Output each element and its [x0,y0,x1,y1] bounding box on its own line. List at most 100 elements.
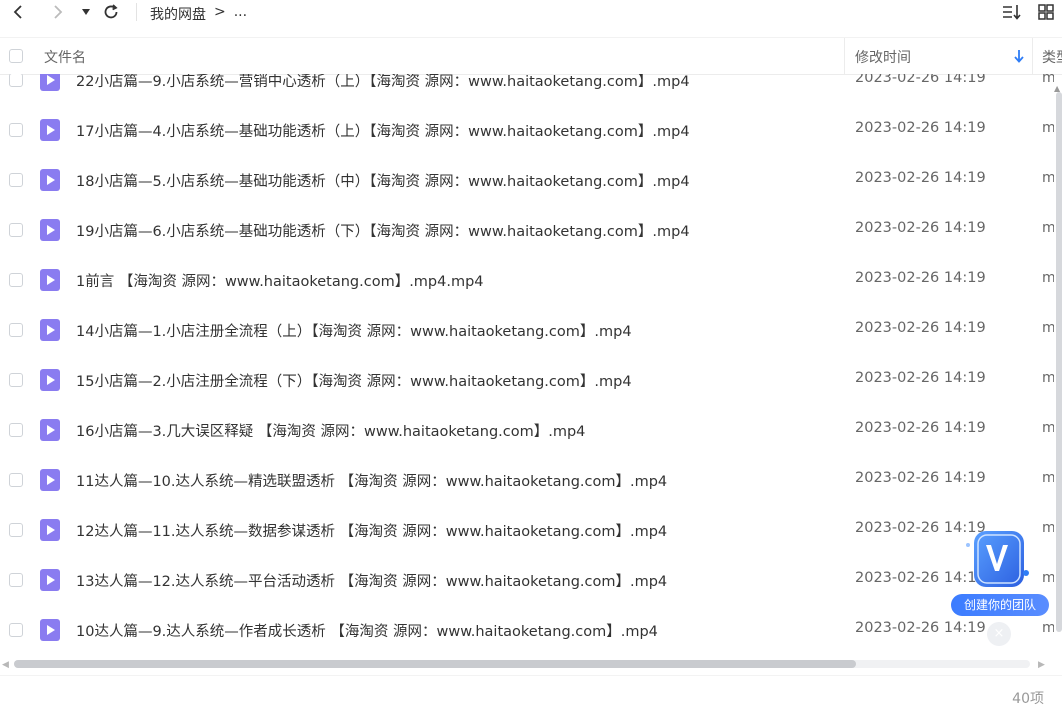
chevron-right-icon [54,5,63,19]
table-row[interactable]: 15小店篇—2.小店注册全流程（下）【海淘资 源网：www.haitaoketa… [0,355,1062,405]
row-checkbox[interactable] [9,323,23,337]
toolbar: 我的网盘 > ... [0,0,1062,26]
table-row[interactable]: 1前言 【海淘资 源网：www.haitaoketang.com】.mp4.mp… [0,255,1062,305]
file-type: mp4 [1042,120,1054,136]
refresh-icon [104,4,118,19]
modified-time: 2023-02-26 14:19 [855,470,986,486]
row-checkbox[interactable] [9,473,23,487]
close-widget-button[interactable]: × [987,622,1011,646]
file-type: mp4 [1042,270,1054,286]
row-checkbox[interactable] [9,123,23,137]
row-checkbox[interactable] [9,273,23,287]
grid-view-icon [1038,4,1054,20]
modified-time: 2023-02-26 14:19 [855,74,986,86]
video-file-icon [40,469,60,491]
file-name[interactable]: 14小店篇—1.小店注册全流程（上）【海淘资 源网：www.haitaoketa… [76,320,632,341]
row-checkbox[interactable] [9,74,23,87]
row-checkbox[interactable] [9,523,23,537]
table-row[interactable]: 14小店篇—1.小店注册全流程（上）【海淘资 源网：www.haitaoketa… [0,305,1062,355]
table-row[interactable]: 17小店篇—4.小店系统—基础功能透析（上）【海淘资 源网：www.haitao… [0,105,1062,155]
breadcrumb-separator: > [214,4,226,20]
table-row[interactable]: 16小店篇—3.几大误区释疑 【海淘资 源网：www.haitaoketang.… [0,405,1062,455]
table-row[interactable]: 19小店篇—6.小店系统—基础功能透析（下）【海淘资 源网：www.haitao… [0,205,1062,255]
file-type: mp4 [1042,420,1054,436]
file-type: mp4 [1042,74,1054,86]
video-file-icon [40,269,60,291]
file-rows: 22小店篇—9.小店系统—营销中心透析（上）【海淘资 源网：www.haitao… [0,74,1062,655]
row-checkbox[interactable] [9,173,23,187]
file-name[interactable]: 18小店篇—5.小店系统—基础功能透析（中）【海淘资 源网：www.haitao… [76,170,690,191]
modified-time: 2023-02-26 14:19 [855,120,986,136]
video-file-icon [40,519,60,541]
video-file-icon [40,619,60,641]
table-row[interactable]: 12达人篇—11.达人系统—数据参谋透析 【海淘资 源网：www.haitaok… [0,505,1062,555]
file-type: mp4 [1042,320,1054,336]
forward-button[interactable] [48,2,68,22]
file-type: mp4 [1042,470,1054,486]
select-all-checkbox[interactable] [9,49,23,63]
scroll-left-arrow-icon[interactable]: ◀ [2,660,9,670]
header-type[interactable]: 类型 [1042,47,1062,67]
modified-time: 2023-02-26 14:19 [855,220,986,236]
row-checkbox[interactable] [9,223,23,237]
video-file-icon [40,369,60,391]
toolbar-divider [136,3,137,21]
video-file-icon [40,569,60,591]
refresh-button[interactable] [100,2,122,22]
table-row[interactable]: 22小店篇—9.小店系统—营销中心透析（上）【海淘资 源网：www.haitao… [0,74,1062,105]
column-divider[interactable] [1032,38,1033,74]
file-name[interactable]: 11达人篇—10.达人系统—精选联盟透析 【海淘资 源网：www.haitaok… [76,470,667,491]
file-name[interactable]: 17小店篇—4.小店系统—基础功能透析（上）【海淘资 源网：www.haitao… [76,120,690,141]
item-count: 40项 [1012,691,1044,707]
file-name[interactable]: 22小店篇—9.小店系统—营销中心透析（上）【海淘资 源网：www.haitao… [76,74,690,91]
table-row[interactable]: 18小店篇—5.小店系统—基础功能透析（中）【海淘资 源网：www.haitao… [0,155,1062,205]
file-name[interactable]: 12达人篇—11.达人系统—数据参谋透析 【海淘资 源网：www.haitaok… [76,520,667,541]
file-type: mp4 [1042,370,1054,386]
caret-down-icon [82,9,90,15]
horizontal-scroll-thumb[interactable] [14,660,856,668]
table-row[interactable]: 10达人篇—9.达人系统—作者成长透析 【海淘资 源网：www.haitaoke… [0,605,1062,655]
v-logo-icon[interactable] [962,527,1032,597]
row-checkbox[interactable] [9,373,23,387]
file-type: mp4 [1042,170,1054,186]
table-header: 文件名 修改时间 类型 [0,37,1062,75]
video-file-icon [40,74,60,91]
file-name[interactable]: 16小店篇—3.几大误区释疑 【海淘资 源网：www.haitaoketang.… [76,420,585,441]
modified-time: 2023-02-26 14:19 [855,420,986,436]
table-row[interactable]: 11达人篇—10.达人系统—精选联盟透析 【海淘资 源网：www.haitaok… [0,455,1062,505]
sort-down-arrow-icon[interactable] [1013,49,1025,63]
file-type: mp4 [1042,220,1054,236]
file-list: 22小店篇—9.小店系统—营销中心透析（上）【海淘资 源网：www.haitao… [0,74,1062,657]
header-filename[interactable]: 文件名 [44,47,86,67]
row-checkbox[interactable] [9,623,23,637]
create-team-label[interactable]: 创建你的团队 [951,594,1049,616]
horizontal-scrollbar[interactable]: ◀ ▶ [0,657,1062,671]
video-file-icon [40,219,60,241]
column-divider[interactable] [844,38,845,74]
modified-time: 2023-02-26 14:19 [855,270,986,286]
header-modified-time[interactable]: 修改时间 [855,47,911,67]
file-name[interactable]: 13达人篇—12.达人系统—平台活动透析 【海淘资 源网：www.haitaok… [76,570,667,591]
video-file-icon [40,119,60,141]
breadcrumb-ellipsis[interactable]: ... [234,4,247,24]
video-file-icon [40,419,60,441]
grid-view-button[interactable] [1036,2,1056,22]
file-name[interactable]: 1前言 【海淘资 源网：www.haitaoketang.com】.mp4.mp… [76,270,484,291]
row-checkbox[interactable] [9,423,23,437]
breadcrumb-root[interactable]: 我的网盘 [150,4,206,24]
file-name[interactable]: 15小店篇—2.小店注册全流程（下）【海淘资 源网：www.haitaoketa… [76,370,632,391]
file-name[interactable]: 10达人篇—9.达人系统—作者成长透析 【海淘资 源网：www.haitaoke… [76,620,658,641]
table-row[interactable]: 13达人篇—12.达人系统—平台活动透析 【海淘资 源网：www.haitaok… [0,555,1062,605]
vertical-scroll-thumb[interactable] [1056,92,1062,632]
sort-view-button[interactable] [1000,2,1024,22]
modified-time: 2023-02-26 14:19 [855,170,986,186]
modified-time: 2023-02-26 14:19 [855,370,986,386]
history-dropdown-button[interactable] [78,2,94,22]
video-file-icon [40,169,60,191]
back-button[interactable] [8,2,28,22]
create-team-widget[interactable]: 创建你的团队 × [950,527,1050,647]
scroll-right-arrow-icon[interactable]: ▶ [1038,660,1045,670]
modified-time: 2023-02-26 14:19 [855,320,986,336]
file-name[interactable]: 19小店篇—6.小店系统—基础功能透析（下）【海淘资 源网：www.haitao… [76,220,690,241]
row-checkbox[interactable] [9,573,23,587]
